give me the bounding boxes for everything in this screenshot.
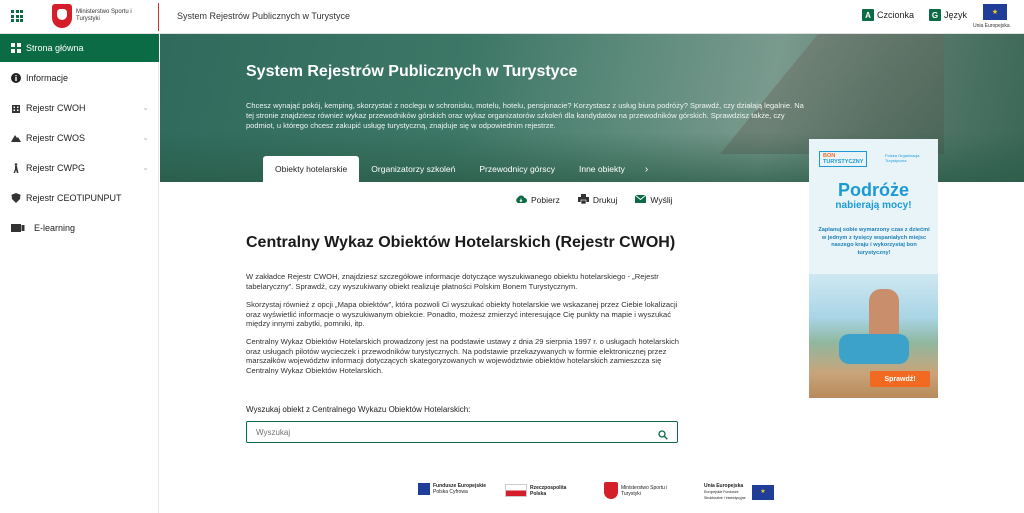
msit-text: Ministerstwo Sportu i Turystyki	[621, 484, 668, 497]
eagle-emblem-icon	[604, 482, 618, 499]
ministry-logo[interactable]: Ministerstwo Sportu i Turystyki	[52, 4, 136, 28]
tabs-next-chevron-icon[interactable]: ›	[637, 156, 656, 182]
ue-sub: Europejskie Fundusze Strukturalne i Inwe…	[704, 490, 746, 500]
banner-headline: Podróże	[837, 180, 909, 200]
cloud-download-icon	[515, 195, 527, 206]
banner-check-button[interactable]: Sprawdź!	[870, 371, 930, 387]
language-icon: G	[929, 9, 941, 21]
chevron-down-icon: ⌄	[142, 163, 149, 172]
sidebar-item-cwoh[interactable]: Rejestr CWOH ⌄	[0, 94, 159, 122]
font-label: Czcionka	[877, 10, 915, 20]
sidebar-item-label: Strona główna	[26, 43, 84, 53]
printer-icon	[577, 194, 589, 206]
send-button[interactable]: Wyślij	[635, 194, 673, 206]
language-button[interactable]: G Język	[929, 9, 967, 21]
envelope-icon	[635, 194, 647, 205]
language-label: Język	[944, 10, 968, 20]
shield-icon	[11, 193, 21, 203]
eu-flag-icon: ★	[752, 484, 774, 500]
book-icon	[11, 223, 25, 233]
msit-logo: Ministerstwo Sportu i Turystyki	[604, 482, 671, 499]
send-label: Wyślij	[650, 195, 673, 205]
register-tabs: Obiekty hotelarskie Organizatorzy szkole…	[263, 156, 656, 182]
hero-description: Chcesz wynająć pokój, kemping, skorzysta…	[246, 101, 804, 130]
bon-logo: BON TURYSTYCZNY	[819, 151, 868, 167]
info-icon	[11, 73, 21, 83]
sidebar-item-label: E-learning	[34, 223, 76, 233]
search-box	[246, 421, 678, 443]
tab-other-objects[interactable]: Inne obiekty	[567, 156, 637, 182]
ue-text: Unia Europejska	[704, 483, 744, 489]
sidebar-item-label: Rejestr CWPG	[26, 163, 86, 173]
sidebar: Strona główna Informacje Rejestr CWOH ⌄ …	[0, 34, 159, 513]
intro-paragraph-3: Centralny Wykaz Obiektów Hotelarskich pr…	[246, 337, 679, 375]
eu-flag-icon: ★	[983, 4, 1007, 20]
font-icon: A	[862, 9, 874, 21]
polish-flag-icon	[505, 484, 527, 497]
bon-logo-bottom: TURYSTYCZNY	[823, 159, 864, 165]
fe-sub: Polska Cyfrowa	[433, 489, 468, 495]
download-button[interactable]: Pobierz	[515, 194, 560, 206]
sidebar-item-label: Rejestr CWOH	[26, 103, 86, 113]
fe-logo: Fundusze Europejskie Polska Cyfrowa	[418, 483, 486, 495]
download-label: Pobierz	[531, 195, 560, 205]
rp-logo: Rzeczpospolita Polska	[505, 484, 570, 497]
top-bar: Ministerstwo Sportu i Turystyki System R…	[0, 0, 1024, 34]
building-icon	[11, 103, 21, 113]
sidebar-item-elearning[interactable]: E-learning	[0, 214, 159, 242]
print-label: Drukuj	[592, 195, 618, 205]
intro-paragraph-2: Skorzystaj również z opcji „Mapa obiektó…	[246, 300, 678, 328]
pot-logo-text: Polska Organizacja Turystyczna	[885, 153, 920, 163]
apps-grid-icon[interactable]	[11, 10, 23, 22]
intro-paragraph-1: W zakładce Rejestr CWOH, znajdziesz szcz…	[246, 272, 659, 291]
tab-mountain-guides[interactable]: Przewodnicy górscy	[467, 156, 567, 182]
mountain-icon	[11, 133, 21, 143]
sidebar-item-label: Rejestr CWOS	[26, 133, 86, 143]
hero-title: System Rejestrów Publicznych w Turystyce	[246, 63, 578, 80]
ue-logo: Unia Europejska Europejskie Fundusze Stru…	[704, 483, 774, 501]
fe-mark-icon	[418, 483, 430, 495]
search-input[interactable]	[247, 422, 647, 443]
page-title: Centralny Wykaz Obiektów Hotelarskich (R…	[246, 234, 676, 251]
hiker-icon	[11, 163, 21, 173]
sidebar-item-label: Rejestr CEOTIPUNPUT	[26, 193, 122, 203]
bon-turystyczny-banner[interactable]: BON TURYSTYCZNY Polska Organizacja Turys…	[809, 139, 938, 398]
sidebar-item-home[interactable]: Strona główna	[0, 34, 159, 62]
sidebar-item-info[interactable]: Informacje	[0, 64, 159, 92]
eagle-emblem-icon	[52, 4, 72, 28]
font-size-button[interactable]: A Czcionka	[862, 9, 914, 21]
sidebar-item-label: Informacje	[26, 73, 69, 83]
sidebar-item-cwpg[interactable]: Rejestr CWPG ⌄	[0, 154, 159, 182]
tab-hotel-objects[interactable]: Obiekty hotelarskie	[263, 156, 360, 182]
search-label: Wyszukaj obiekt z Centralnego Wykazu Obi…	[246, 405, 471, 414]
ministry-logo-text: Ministerstwo Sportu i Turystyki	[76, 9, 132, 22]
banner-text: Zaplanuj sobie wymarzony czas z dziećmi …	[818, 227, 930, 256]
page-actions: Pobierz Drukuj Wyślij	[515, 194, 673, 206]
footer-logos: Fundusze Europejskie Polska Cyfrowa Rzecz…	[0, 478, 1024, 508]
chevron-down-icon: ⌄	[142, 133, 149, 142]
tab-training-organizers[interactable]: Organizatorzy szkoleń	[359, 156, 467, 182]
search-icon[interactable]	[658, 427, 668, 440]
eu-label: Unia Europejska	[973, 23, 1010, 29]
sidebar-item-cwos[interactable]: Rejestr CWOS ⌄	[0, 124, 159, 152]
rp-text: Rzeczpospolita Polska	[530, 484, 567, 497]
sidebar-item-ceotipunput[interactable]: Rejestr CEOTIPUNPUT	[0, 184, 159, 212]
print-button[interactable]: Drukuj	[577, 194, 618, 206]
system-title: System Rejestrów Publicznych w Turystyce	[177, 11, 351, 21]
dashboard-icon	[11, 43, 21, 53]
banner-subheadline: nabierają mocy!	[835, 200, 912, 211]
header-divider	[158, 3, 159, 31]
chevron-down-icon: ⌄	[142, 103, 149, 112]
